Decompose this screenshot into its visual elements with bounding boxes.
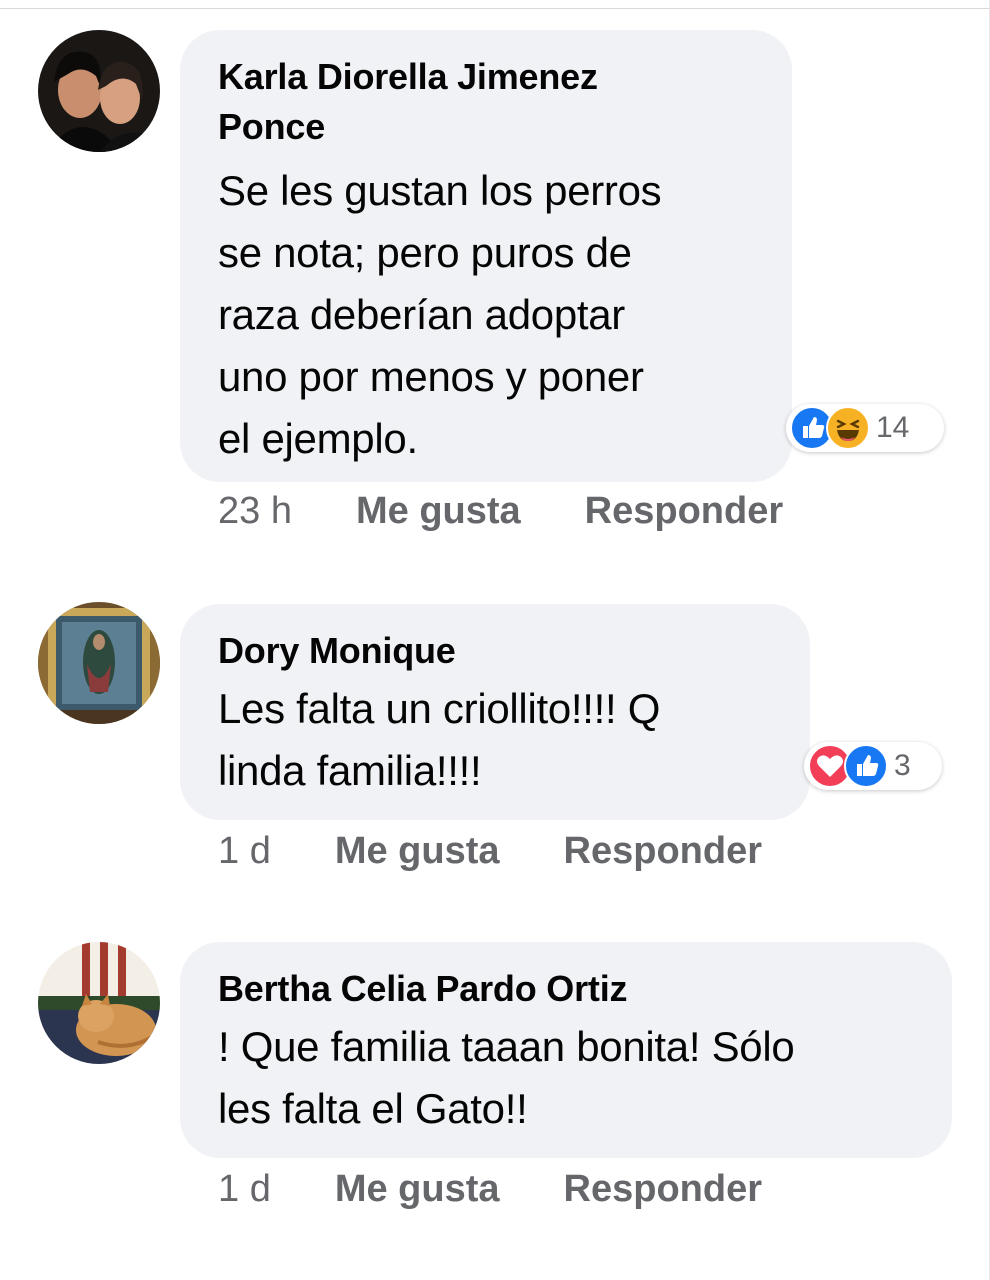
avatar-dory[interactable] (38, 602, 160, 724)
comment-time[interactable]: 1 d (218, 830, 271, 873)
comment-actions: 1 d Me gusta Responder (218, 1168, 826, 1211)
like-button[interactable]: Me gusta (335, 1168, 500, 1211)
comment-bubble: Karla Diorella Jimenez Ponce Se les gust… (180, 30, 792, 482)
like-button[interactable]: Me gusta (335, 830, 500, 873)
like-icon (844, 744, 888, 788)
reply-button[interactable]: Responder (564, 1168, 762, 1211)
comment-text: Se les gustan los perros se nota; pero p… (218, 167, 662, 462)
comment-actions: 1 d Me gusta Responder (218, 830, 826, 873)
comment-author[interactable]: Bertha Celia Pardo Ortiz (218, 964, 916, 1014)
comment-time[interactable]: 1 d (218, 1168, 271, 1211)
comment-time[interactable]: 23 h (218, 490, 292, 533)
comment-bubble: Bertha Celia Pardo Ortiz ! Que familia t… (180, 942, 952, 1158)
reply-button[interactable]: Responder (564, 830, 762, 873)
comment-bubble: Dory Monique Les falta un criollito!!!! … (180, 604, 810, 820)
reaction-count: 14 (876, 411, 910, 444)
comment-author[interactable]: Karla Diorella Jimenez Ponce (218, 52, 756, 152)
avatar-bertha[interactable] (38, 942, 160, 1064)
comment-actions: 23 h Me gusta Responder (218, 490, 847, 533)
comment-author[interactable]: Dory Monique (218, 626, 774, 676)
reaction-summary[interactable]: 14 (786, 404, 944, 452)
like-button[interactable]: Me gusta (356, 490, 521, 533)
comment-text: ! Que familia taaan bonita! Sólo les fal… (218, 1023, 795, 1132)
comment-text: Les falta un criollito!!!! Q linda famil… (218, 685, 661, 794)
haha-icon (826, 406, 870, 450)
reaction-summary[interactable]: 3 (804, 742, 942, 790)
reply-button[interactable]: Responder (585, 490, 783, 533)
reaction-count: 3 (894, 749, 911, 782)
avatar-karla[interactable] (38, 30, 160, 152)
top-divider (0, 8, 990, 9)
